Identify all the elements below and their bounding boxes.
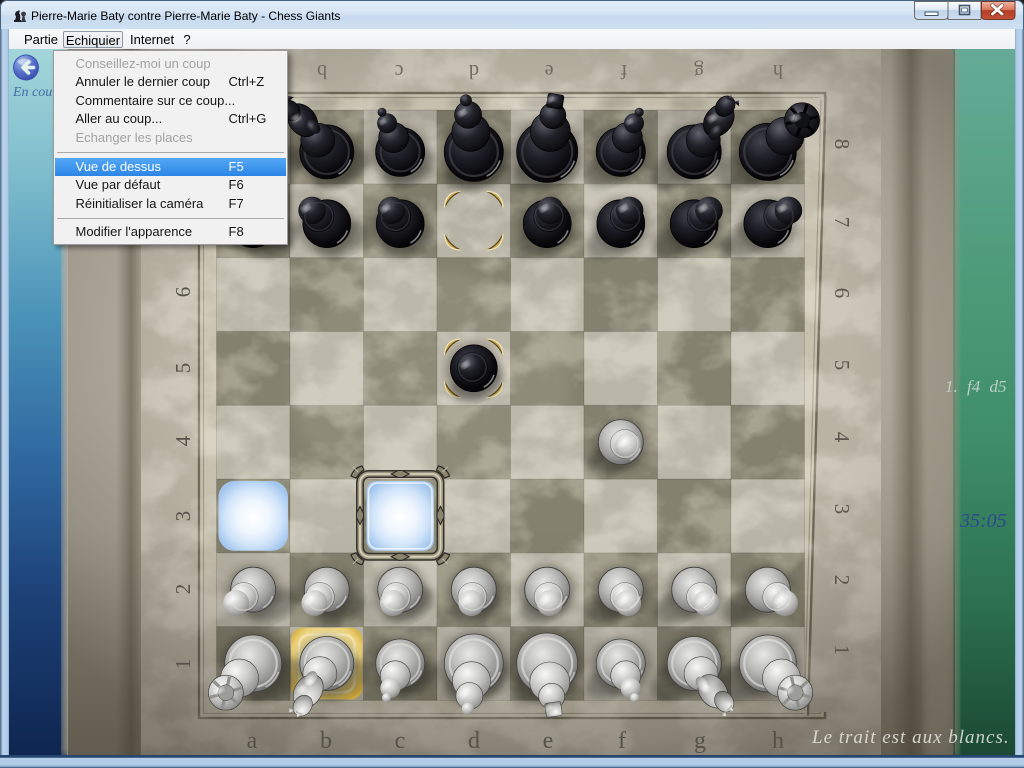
svg-text:a: a bbox=[247, 728, 258, 754]
svg-text:1: 1 bbox=[171, 659, 195, 670]
svg-text:h: h bbox=[772, 728, 784, 754]
svg-text:8: 8 bbox=[830, 139, 854, 150]
svg-text:c: c bbox=[395, 728, 406, 754]
svg-text:3: 3 bbox=[171, 511, 195, 522]
svg-text:g: g bbox=[694, 728, 706, 754]
svg-text:3: 3 bbox=[830, 504, 854, 515]
svg-text:h: h bbox=[773, 60, 783, 82]
svg-text:5: 5 bbox=[171, 363, 195, 374]
svg-text:5: 5 bbox=[830, 360, 854, 371]
svg-text:4: 4 bbox=[830, 432, 854, 443]
svg-text:f: f bbox=[618, 728, 626, 754]
svg-text:2: 2 bbox=[171, 584, 195, 595]
svg-text:1: 1 bbox=[830, 645, 854, 656]
svg-text:e: e bbox=[543, 728, 554, 754]
svg-text:e: e bbox=[544, 60, 553, 82]
svg-text:7: 7 bbox=[830, 217, 854, 228]
svg-text:f: f bbox=[620, 60, 627, 82]
svg-text:d: d bbox=[469, 60, 479, 82]
svg-text:6: 6 bbox=[830, 288, 854, 299]
svg-text:d: d bbox=[468, 728, 480, 754]
svg-text:4: 4 bbox=[171, 435, 195, 446]
svg-text:b: b bbox=[317, 60, 327, 82]
svg-text:2: 2 bbox=[830, 575, 854, 586]
svg-text:g: g bbox=[694, 60, 704, 82]
svg-text:6: 6 bbox=[171, 287, 195, 298]
svg-text:c: c bbox=[394, 60, 403, 82]
svg-text:b: b bbox=[320, 728, 332, 754]
